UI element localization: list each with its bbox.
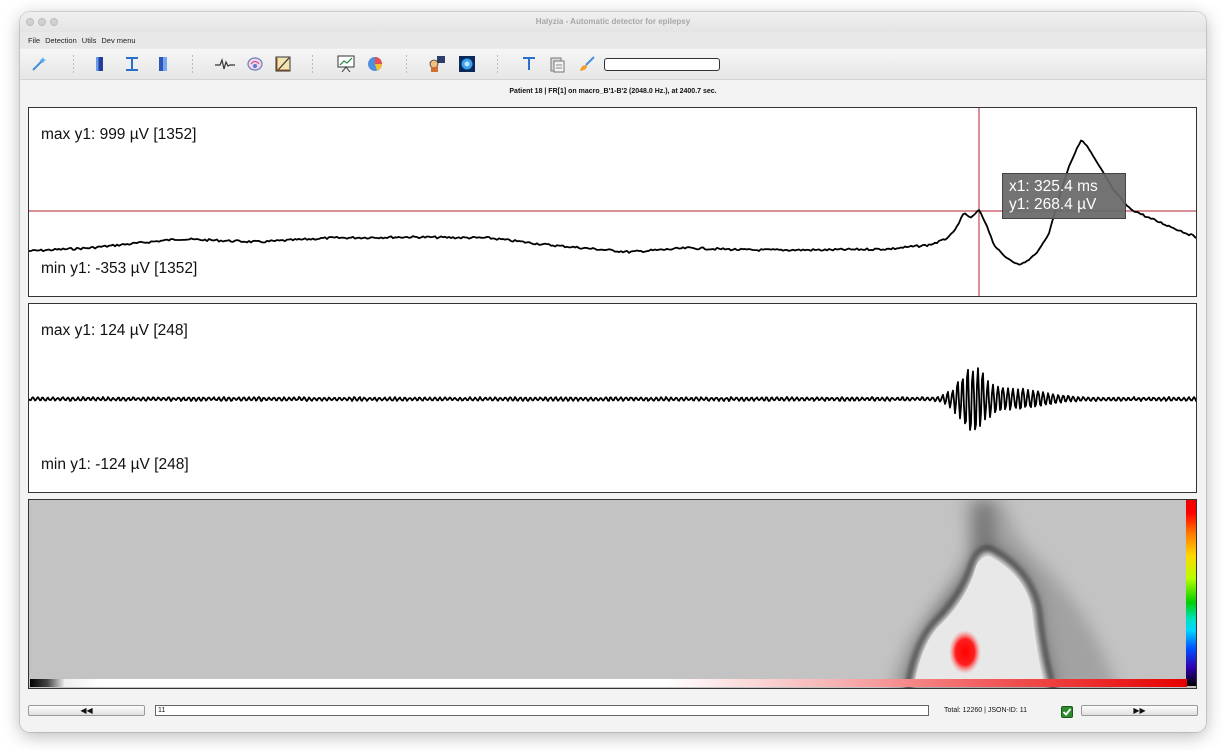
robot-icon[interactable]: [428, 55, 446, 73]
brain-settings-icon[interactable]: [246, 55, 264, 73]
total-status: Total: 12260 | JSON-ID: 11: [944, 707, 1028, 714]
cursor-y-value: y1: 268.4 µV: [1009, 196, 1097, 213]
title-bar: Halyzia - Automatic detector for epileps…: [20, 12, 1206, 32]
brush-icon[interactable]: [578, 55, 596, 73]
spectrogram-panel[interactable]: [28, 499, 1197, 689]
window-title: Halyzia - Automatic detector for epileps…: [535, 17, 691, 26]
main-content: Patient 18 | FR[1] on macro_B'1-B'2 (204…: [20, 80, 1206, 732]
raw-signal-panel[interactable]: max y1: 999 µV [1352] min y1: -353 µV [1…: [28, 107, 1197, 297]
recording-info: Patient 18 | FR[1] on macro_B'1-B'2 (204…: [509, 88, 717, 95]
pie-chart-icon[interactable]: [366, 55, 384, 73]
magic-wand-icon[interactable]: [30, 55, 48, 73]
toolbar: [20, 49, 1206, 80]
menu-dev[interactable]: Dev menu: [101, 36, 135, 45]
next-button[interactable]: ▶▶: [1081, 705, 1198, 716]
filtered-signal-trace: [29, 367, 1196, 431]
filtered-signal-panel[interactable]: max y1: 124 µV [248] min y1: -124 µV [24…: [28, 303, 1197, 493]
chart-presentation-icon[interactable]: [336, 55, 355, 73]
colormap-bar: [1186, 500, 1196, 686]
hotspot: [949, 630, 981, 674]
filtered-max-label: max y1: 124 µV [248]: [41, 322, 188, 339]
cursor-tooltip: x1: 325.4 ms y1: 268.4 µV: [1002, 173, 1126, 219]
previous-button[interactable]: ◀◀: [28, 705, 145, 716]
navigation-bar: ◀◀ 11 Total: 12260 | JSON-ID: 11 ▶▶: [20, 702, 1206, 728]
bookmark-alt-icon[interactable]: [154, 55, 172, 73]
brain-scan-icon[interactable]: [458, 55, 476, 73]
text-align-icon[interactable]: [520, 55, 538, 73]
intensity-scale: [30, 679, 1187, 687]
search-field[interactable]: [604, 58, 720, 71]
cursor-x-value: x1: 325.4 ms: [1009, 178, 1098, 195]
raw-min-label: min y1: -353 µV [1352]: [41, 260, 198, 277]
menu-detection[interactable]: Detection: [45, 36, 77, 45]
menu-file[interactable]: File: [28, 36, 40, 45]
app-window: Halyzia - Automatic detector for epileps…: [20, 12, 1206, 732]
text-cursor-icon[interactable]: [123, 55, 141, 73]
clipboard-icon[interactable]: [548, 55, 566, 73]
bookmark-icon[interactable]: [90, 55, 108, 73]
page-input[interactable]: 11: [155, 705, 929, 716]
waveform-icon[interactable]: [214, 55, 235, 73]
menu-bar: File Detection Utils Dev menu: [20, 32, 1206, 48]
filtered-min-label: min y1: -124 µV [248]: [41, 456, 189, 473]
menu-utils[interactable]: Utils: [82, 36, 97, 45]
validated-checkbox[interactable]: [1061, 705, 1073, 718]
draw-tool-icon[interactable]: [274, 55, 292, 73]
raw-max-label: max y1: 999 µV [1352]: [41, 126, 197, 143]
